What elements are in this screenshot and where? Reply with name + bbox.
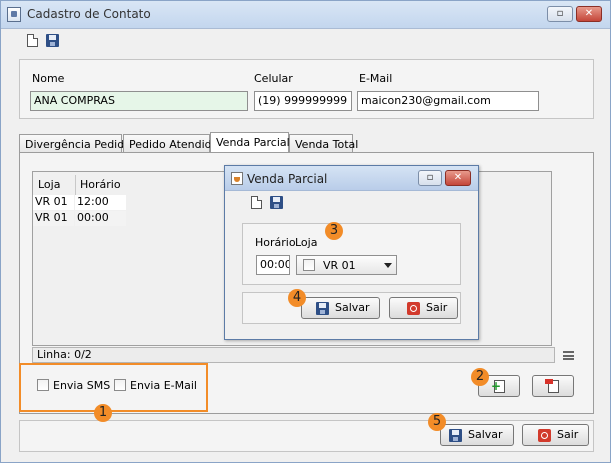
nome-label: Nome — [32, 72, 65, 85]
title-bar: Cadastro de Contato ▫ ✕ — [1, 1, 610, 29]
dialog-salvar-button[interactable]: Salvar — [301, 297, 380, 319]
horario-label: Horário — [255, 236, 296, 249]
remove-row-button[interactable] — [532, 375, 574, 397]
table-cell[interactable]: VR 01 — [33, 211, 74, 226]
annotation-badge: 1 — [94, 404, 112, 422]
loja-select[interactable]: VR 01 — [296, 255, 397, 275]
salvar-button[interactable]: Salvar — [440, 424, 514, 446]
tab-divergencia-pedido[interactable]: Divergência Pedido — [19, 134, 131, 154]
remove-document-icon — [545, 379, 559, 393]
loja-label: Loja — [295, 236, 318, 249]
email-label: E-Mail — [359, 72, 393, 85]
venda-parcial-dialog: Venda Parcial ▫ ✕ Horário Loja 00:00 VR … — [224, 165, 479, 340]
save-icon[interactable] — [270, 196, 283, 209]
main-window: Cadastro de Contato ▫ ✕ Nome Celular E-M… — [0, 0, 611, 463]
column-divider — [75, 175, 76, 195]
add-document-icon — [491, 376, 505, 396]
annotation-badge: 3 — [325, 222, 343, 240]
exit-icon — [538, 429, 551, 442]
tab-pedido-atendido[interactable]: Pedido Atendido — [123, 134, 218, 154]
chevron-down-icon — [384, 263, 392, 268]
column-header-horario: Horário — [80, 178, 121, 191]
table-cell[interactable]: 12:00 — [75, 195, 126, 210]
dialog-close-button[interactable]: ✕ — [445, 170, 471, 186]
sair-label: Sair — [557, 428, 579, 441]
nome-input[interactable]: ANA COMPRAS — [30, 91, 248, 111]
dialog-sair-button[interactable]: Sair — [389, 297, 458, 319]
column-header-loja: Loja — [38, 178, 61, 191]
horario-input[interactable]: 00:00 — [256, 255, 290, 275]
celular-label: Celular — [254, 72, 293, 85]
email-input[interactable]: maicon230@gmail.com — [357, 91, 539, 111]
restore-button[interactable]: ▫ — [547, 6, 573, 22]
dialog-restore-button[interactable]: ▫ — [418, 170, 442, 186]
menu-icon[interactable] — [563, 351, 574, 360]
save-icon — [449, 429, 462, 442]
loja-value: VR 01 — [323, 259, 356, 272]
loja-checkbox[interactable] — [303, 259, 315, 271]
save-icon[interactable] — [46, 34, 59, 47]
tab-venda-parcial[interactable]: Venda Parcial — [210, 132, 290, 154]
dialog-title: Venda Parcial — [247, 172, 328, 186]
exit-icon — [407, 302, 420, 315]
row-status: Linha: 0/2 — [32, 347, 555, 363]
annotation-badge: 2 — [471, 368, 489, 386]
sair-button[interactable]: Sair — [522, 424, 589, 446]
new-document-icon[interactable] — [27, 34, 38, 47]
new-document-icon[interactable] — [251, 196, 262, 209]
table-cell[interactable]: VR 01 — [33, 195, 74, 210]
java-icon — [231, 172, 243, 185]
save-icon — [316, 302, 329, 315]
annotation-box — [19, 363, 208, 412]
celular-input[interactable]: (19) 999999999 — [254, 91, 352, 111]
annotation-badge: 4 — [288, 289, 306, 307]
salvar-label: Salvar — [468, 428, 503, 441]
app-icon — [7, 7, 21, 22]
dialog-sair-label: Sair — [426, 301, 448, 314]
tab-venda-total[interactable]: Venda Total — [289, 134, 358, 154]
close-button[interactable]: ✕ — [576, 6, 602, 22]
annotation-badge: 5 — [428, 413, 446, 431]
window-title: Cadastro de Contato — [27, 7, 151, 21]
dialog-salvar-label: Salvar — [335, 301, 370, 314]
dialog-fields-panel — [242, 223, 461, 285]
dialog-title-bar: Venda Parcial ▫ ✕ — [225, 166, 478, 191]
table-cell[interactable]: 00:00 — [75, 211, 126, 226]
